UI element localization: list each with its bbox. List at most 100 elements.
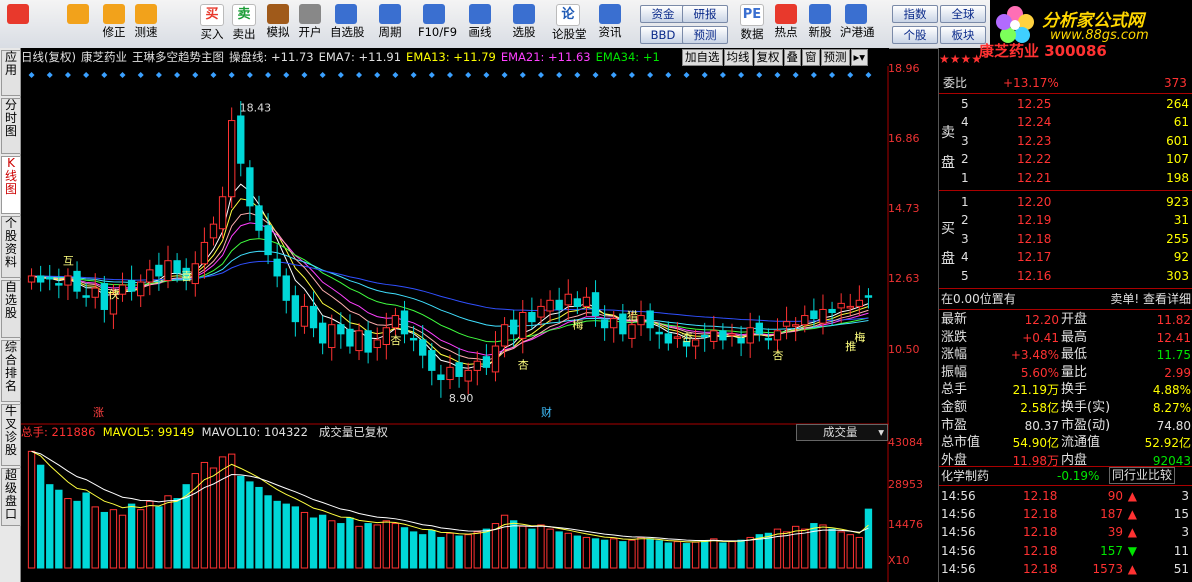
volume-bar[interactable] bbox=[528, 528, 536, 569]
candle[interactable] bbox=[146, 269, 154, 283]
volume-bar[interactable] bbox=[246, 481, 254, 569]
chart-header-button[interactable]: 均线 bbox=[723, 49, 753, 66]
candle[interactable] bbox=[582, 296, 591, 307]
candle[interactable] bbox=[764, 337, 773, 341]
volume-bar[interactable] bbox=[373, 524, 381, 569]
candle[interactable] bbox=[273, 258, 281, 277]
volume-bar[interactable] bbox=[546, 528, 554, 569]
candle[interactable] bbox=[855, 299, 864, 307]
volume-bar[interactable] bbox=[746, 536, 754, 569]
candle[interactable] bbox=[837, 302, 845, 309]
volume-bar[interactable] bbox=[519, 525, 527, 569]
candle[interactable] bbox=[409, 337, 418, 341]
candle[interactable] bbox=[610, 318, 618, 329]
candle[interactable] bbox=[528, 312, 536, 323]
candle[interactable] bbox=[555, 299, 563, 310]
candle[interactable] bbox=[755, 322, 763, 335]
candle[interactable] bbox=[619, 313, 627, 335]
candle[interactable] bbox=[419, 339, 427, 356]
candle[interactable] bbox=[864, 295, 873, 298]
volume-bar[interactable] bbox=[637, 536, 645, 569]
toolbar-small-button[interactable]: 预测 bbox=[682, 26, 728, 44]
volume-bar[interactable] bbox=[819, 524, 827, 569]
volume-bar[interactable] bbox=[164, 495, 172, 569]
candle[interactable] bbox=[118, 284, 127, 295]
candle[interactable] bbox=[628, 324, 636, 339]
volume-bar[interactable] bbox=[728, 541, 736, 569]
candle[interactable] bbox=[309, 305, 318, 329]
candle[interactable] bbox=[491, 345, 500, 373]
toolbar-button-f10[interactable]: F10/F9 bbox=[418, 2, 457, 46]
volume-bar[interactable] bbox=[573, 535, 582, 569]
volume-bar[interactable] bbox=[318, 514, 327, 569]
volume-bar[interactable] bbox=[837, 531, 845, 569]
candle[interactable] bbox=[346, 328, 354, 347]
candle[interactable] bbox=[382, 327, 391, 345]
candle[interactable] bbox=[282, 275, 290, 301]
volume-bar[interactable] bbox=[446, 532, 454, 569]
volume-bar[interactable] bbox=[146, 500, 154, 569]
candle[interactable] bbox=[200, 241, 209, 265]
candle[interactable] bbox=[100, 283, 109, 310]
candle[interactable] bbox=[455, 362, 463, 377]
side-tab[interactable]: 分时图 bbox=[1, 98, 21, 154]
candle[interactable] bbox=[591, 292, 600, 317]
candle[interactable] bbox=[237, 115, 245, 164]
volume-bar[interactable] bbox=[737, 539, 745, 569]
candle[interactable] bbox=[218, 196, 227, 230]
toolbar-button-news[interactable]: 资讯 bbox=[594, 2, 626, 46]
status-link[interactable]: 卖单! 查看详细 bbox=[1110, 290, 1191, 308]
volume-bar[interactable] bbox=[127, 503, 136, 569]
volume-bar[interactable] bbox=[36, 464, 45, 569]
candle[interactable] bbox=[519, 312, 527, 339]
volume-bar[interactable] bbox=[828, 528, 836, 569]
toolbar-button-lock[interactable]: 开户 bbox=[294, 2, 326, 46]
toolbar-button-hk[interactable]: 沪港通 bbox=[840, 2, 875, 46]
chart-header-button[interactable]: 预测 bbox=[820, 49, 850, 66]
chart-header-button[interactable]: 叠 bbox=[783, 49, 801, 66]
candle[interactable] bbox=[318, 322, 327, 344]
volume-bar[interactable] bbox=[600, 539, 609, 569]
side-tab[interactable]: 自选股 bbox=[1, 280, 21, 338]
candle[interactable] bbox=[355, 330, 363, 352]
chart-header-button[interactable]: 窗 bbox=[802, 49, 820, 66]
toolbar-button-buy[interactable]: 买买入 bbox=[196, 2, 228, 46]
candle[interactable] bbox=[500, 324, 509, 347]
toolbar-button-home[interactable] bbox=[2, 2, 34, 46]
volume-bar[interactable] bbox=[555, 531, 563, 569]
volume-bar[interactable] bbox=[791, 525, 800, 569]
side-tab[interactable]: K线图 bbox=[1, 156, 21, 214]
candle[interactable] bbox=[773, 330, 782, 341]
candle[interactable] bbox=[36, 275, 45, 283]
candle[interactable] bbox=[255, 205, 263, 231]
toolbar-small-button[interactable]: BBD bbox=[640, 26, 686, 44]
toolbar-button-ipo[interactable]: 新股 bbox=[804, 2, 836, 46]
candle[interactable] bbox=[673, 336, 682, 339]
volume-bar[interactable] bbox=[55, 489, 63, 569]
candle[interactable] bbox=[27, 275, 36, 283]
volume-bar[interactable] bbox=[364, 523, 372, 569]
candle[interactable] bbox=[246, 167, 254, 207]
candle[interactable] bbox=[82, 295, 90, 298]
candle[interactable] bbox=[701, 334, 709, 338]
volume-bar[interactable] bbox=[437, 536, 445, 569]
candle[interactable] bbox=[509, 319, 518, 335]
volume-bar[interactable] bbox=[701, 540, 709, 569]
toolbar-button-star-folder[interactable]: 自选股 bbox=[330, 2, 365, 46]
volume-bar[interactable] bbox=[291, 506, 300, 569]
candle[interactable] bbox=[291, 295, 300, 323]
toolbar-small-button[interactable]: 研报 bbox=[682, 5, 728, 23]
volume-bar[interactable] bbox=[173, 498, 181, 569]
volume-bar[interactable] bbox=[810, 523, 818, 569]
candle[interactable] bbox=[173, 260, 181, 274]
candle[interactable] bbox=[846, 305, 854, 309]
volume-bar[interactable] bbox=[473, 531, 481, 569]
volume-bar[interactable] bbox=[346, 517, 354, 569]
volume-bar[interactable] bbox=[100, 511, 109, 569]
volume-bar[interactable] bbox=[73, 500, 81, 569]
candle[interactable] bbox=[710, 330, 718, 342]
volume-bar[interactable] bbox=[46, 484, 54, 569]
side-tab[interactable]: 超级盘口 bbox=[1, 468, 21, 526]
chart-header-button[interactable]: 加自选 bbox=[682, 49, 723, 66]
volume-bar[interactable] bbox=[673, 541, 682, 569]
